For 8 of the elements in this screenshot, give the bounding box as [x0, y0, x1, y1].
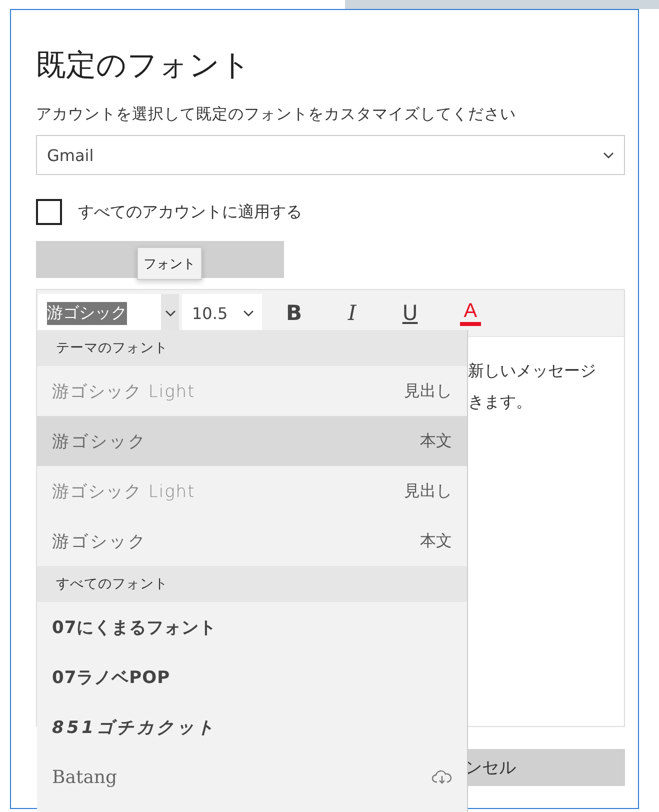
editor-text: きます。 [468, 391, 533, 413]
menu-section-header: すべてのフォント [37, 566, 467, 602]
tooltip: フォント [137, 247, 202, 280]
menu-section-header: テーマのフォント [37, 330, 467, 366]
apply-all-label: すべてのアカウントに適用する [78, 202, 302, 222]
dialog-subtitle: アカウントを選択して既定のフォントをカスタマイズしてください [36, 104, 517, 125]
dialog-title: 既定のフォント [36, 47, 252, 85]
editor-text: 新しいメッセージ [468, 360, 597, 382]
